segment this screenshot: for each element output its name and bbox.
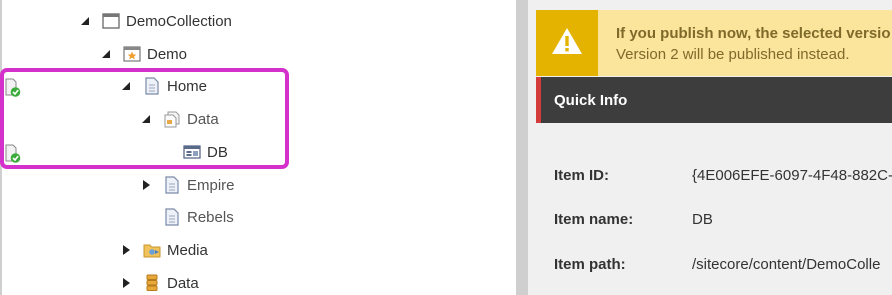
collapsed-arrow-icon[interactable] xyxy=(139,178,153,192)
tree-item-label: DemoCollection xyxy=(126,12,232,30)
warning-message: Version 2 will be published instead. xyxy=(616,46,850,63)
tree-item-demo[interactable]: Demo xyxy=(99,41,187,67)
tree-item-media[interactable]: Media xyxy=(119,237,208,263)
collection-icon xyxy=(102,12,120,30)
panel-splitter[interactable] xyxy=(516,0,528,295)
info-label: Item ID: xyxy=(554,167,610,184)
content-tree: DemoCollection Demo Home Data DB Empire … xyxy=(0,0,516,295)
tree-item-label: Rebels xyxy=(187,208,234,226)
tree-item-label: Data xyxy=(167,274,199,292)
warning-title: If you publish now, the selected versio xyxy=(616,25,891,42)
tree-item-rebels[interactable]: Rebels xyxy=(139,204,234,230)
warning-icon-box xyxy=(536,10,598,76)
tree-item-democollection[interactable]: DemoCollection xyxy=(78,8,232,34)
highlight-annotation-box xyxy=(0,68,289,169)
tree-item-empire[interactable]: Empire xyxy=(139,172,235,198)
info-row-item-id: Item ID: {4E006EFE-6097-4F48-882C-9 xyxy=(554,167,892,184)
info-value[interactable]: DB xyxy=(692,211,713,228)
quick-info-title: Quick Info xyxy=(554,91,628,109)
collapsed-arrow-icon[interactable] xyxy=(119,243,133,257)
warning-text: If you publish now, the selected versio … xyxy=(598,10,891,76)
tree-item-label: Media xyxy=(167,241,208,259)
database-icon xyxy=(143,274,161,292)
quick-info-header[interactable]: Quick Info xyxy=(536,77,892,123)
expanded-arrow-icon[interactable] xyxy=(99,47,113,61)
info-value[interactable]: /sitecore/content/DemoColle xyxy=(692,256,880,273)
info-label: Item name: xyxy=(554,211,634,228)
media-folder-icon xyxy=(143,241,161,259)
item-details-panel: If you publish now, the selected versio … xyxy=(528,0,892,295)
document-icon xyxy=(163,176,181,194)
tree-item-data-system[interactable]: Data xyxy=(119,270,199,295)
document-icon xyxy=(163,208,181,226)
info-label: Item path: xyxy=(554,256,626,273)
star-folder-icon xyxy=(123,45,141,63)
info-row-item-name: Item name: DB xyxy=(554,211,713,228)
tree-item-label: Empire xyxy=(187,176,235,194)
info-value[interactable]: {4E006EFE-6097-4F48-882C-9 xyxy=(692,167,892,184)
publish-warning-bar: If you publish now, the selected versio … xyxy=(536,10,892,76)
section-accent-bar xyxy=(536,77,541,123)
warning-triangle-icon xyxy=(550,26,584,60)
expanded-arrow-icon[interactable] xyxy=(78,14,92,28)
tree-item-label: Demo xyxy=(147,45,188,63)
info-row-item-path: Item path: /sitecore/content/DemoColle xyxy=(554,256,880,273)
collapsed-arrow-icon[interactable] xyxy=(119,276,133,290)
